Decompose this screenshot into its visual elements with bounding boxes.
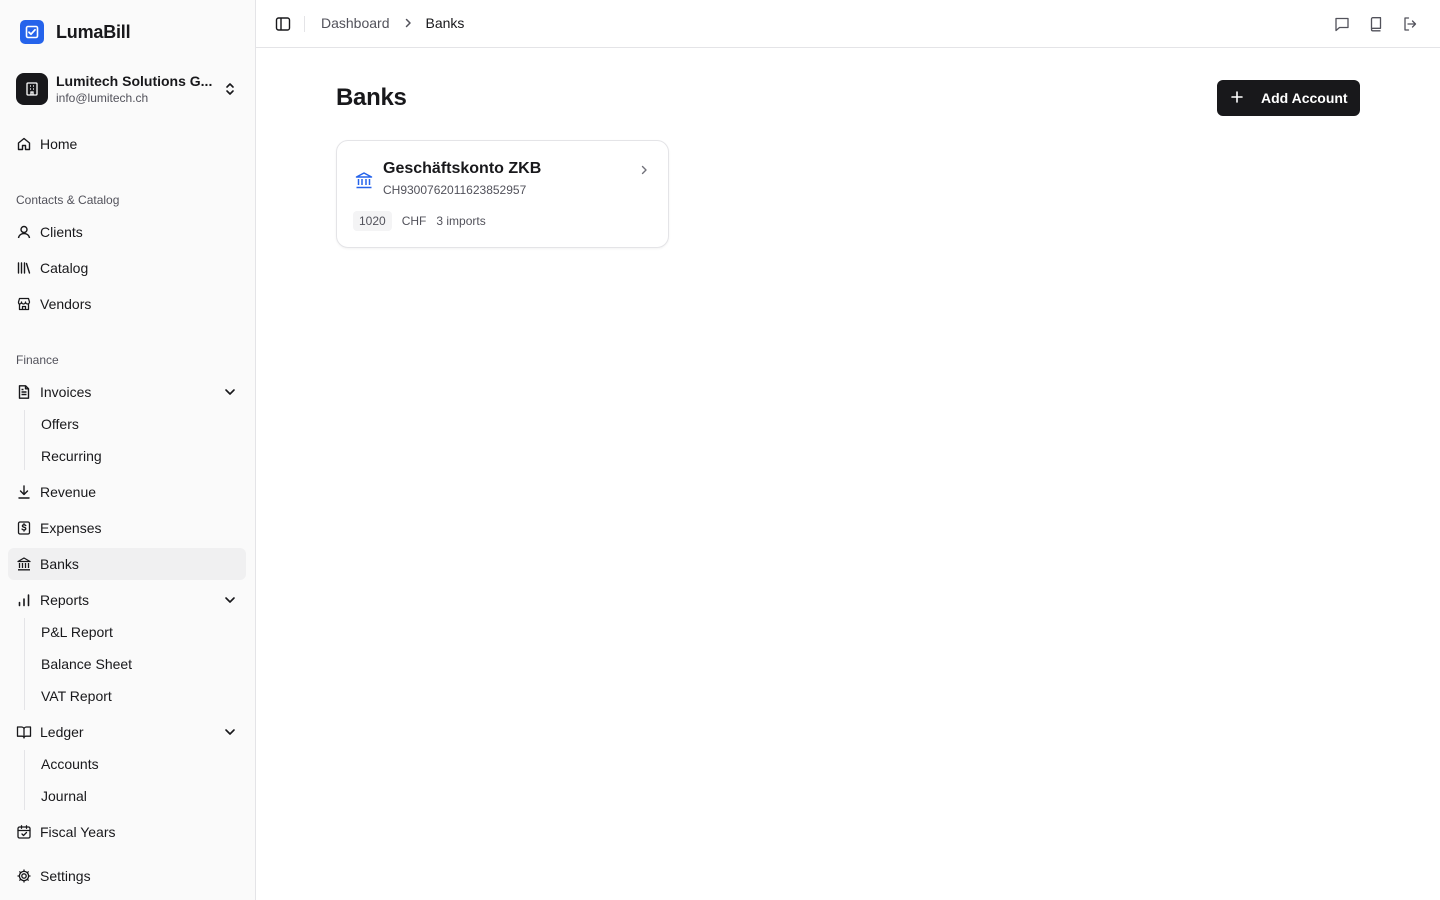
chevron-right-icon: [402, 16, 414, 30]
divider: [304, 16, 305, 32]
app-logo-icon: [20, 20, 44, 44]
sidebar-subitem-vat-report[interactable]: VAT Report: [33, 682, 233, 710]
sidebar-item-home[interactable]: Home: [8, 128, 246, 160]
page-title: Banks: [336, 84, 407, 111]
top-actions: [1334, 15, 1418, 33]
sidebar-item-label: Revenue: [40, 484, 97, 500]
section-label-finance: Finance: [16, 353, 59, 367]
building-icon: [16, 73, 48, 105]
sidebar-subitem-journal[interactable]: Journal: [33, 782, 233, 810]
sidebar-item-catalog[interactable]: Catalog: [8, 252, 246, 284]
submenu-line: [24, 618, 25, 710]
account-meta: 1020 CHF 3 imports: [353, 211, 486, 231]
sidebar-item-label: Home: [40, 136, 78, 152]
log-out-icon[interactable]: [1402, 15, 1418, 33]
bank-account-card[interactable]: Geschäftskonto ZKB CH9300762011623852957…: [336, 140, 669, 248]
gear-icon: [16, 868, 32, 884]
org-email: info@lumitech.ch: [56, 91, 149, 105]
bar-chart-icon: [16, 592, 32, 608]
sidebar-item-label: Invoices: [40, 384, 92, 400]
store-icon: [16, 296, 32, 312]
chevron-down-icon: [222, 384, 238, 403]
sidebar-item-invoices[interactable]: Invoices: [8, 376, 246, 408]
sidebar-item-settings[interactable]: Settings: [8, 860, 246, 892]
sidebar-item-label: Banks: [40, 556, 79, 572]
brand[interactable]: LumaBill: [20, 20, 131, 44]
sidebar-item-reports[interactable]: Reports: [8, 584, 246, 616]
main-content: Dashboard Banks Banks Add Account Geschä…: [256, 0, 1440, 900]
sidebar-item-revenue[interactable]: Revenue: [8, 476, 246, 508]
sidebar-item-label: Settings: [40, 868, 91, 884]
arrow-down-to-line-icon: [16, 484, 32, 500]
account-iban: CH9300762011623852957: [383, 183, 527, 197]
sidebar-item-label: Fiscal Years: [40, 824, 116, 840]
sidebar-item-ledger[interactable]: Ledger: [8, 716, 246, 748]
user-icon: [16, 224, 32, 240]
submenu-line: [24, 750, 25, 810]
sidebar-item-vendors[interactable]: Vendors: [8, 288, 246, 320]
sidebar-item-label: Catalog: [40, 260, 89, 276]
account-name: Geschäftskonto ZKB: [383, 160, 542, 177]
plus-icon: [1229, 89, 1245, 108]
sidebar-item-fiscal-years[interactable]: Fiscal Years: [8, 816, 246, 848]
sidebar-subitem-accounts[interactable]: Accounts: [33, 750, 233, 778]
account-number-badge: 1020: [353, 211, 392, 231]
section-label-contacts: Contacts & Catalog: [16, 193, 120, 207]
sidebar-item-label: Expenses: [40, 520, 102, 536]
chevron-down-icon: [222, 592, 238, 611]
sidebar-item-label: Clients: [40, 224, 83, 240]
sidebar-item-label: Reports: [40, 592, 90, 608]
org-name: Lumitech Solutions G...: [56, 73, 213, 89]
message-square-icon[interactable]: [1334, 15, 1350, 33]
sidebar-subitem-balance-sheet[interactable]: Balance Sheet: [33, 650, 233, 678]
sidebar-toggle-icon[interactable]: [274, 15, 292, 33]
org-switcher[interactable]: Lumitech Solutions G... info@lumitech.ch: [16, 70, 244, 108]
calendar-check-icon: [16, 824, 32, 840]
sidebar-subitem-offers[interactable]: Offers: [33, 410, 233, 438]
landmark-icon: [354, 170, 374, 193]
top-bar: Dashboard Banks: [256, 0, 1440, 48]
file-text-icon: [16, 384, 32, 400]
sidebar-subitem-recurring[interactable]: Recurring: [33, 442, 233, 470]
account-imports: 3 imports: [436, 214, 486, 228]
chevron-down-icon: [222, 724, 238, 743]
receipt-icon: [16, 520, 32, 536]
book-open-icon: [16, 724, 32, 740]
breadcrumb-dashboard[interactable]: Dashboard: [321, 15, 390, 31]
add-account-button[interactable]: Add Account: [1217, 80, 1360, 116]
library-icon: [16, 260, 32, 276]
add-account-label: Add Account: [1261, 90, 1348, 106]
sidebar-item-banks[interactable]: Banks: [8, 548, 246, 580]
home-icon: [16, 136, 32, 152]
chevron-right-icon: [638, 163, 650, 180]
sidebar-item-expenses[interactable]: Expenses: [8, 512, 246, 544]
sidebar-item-label: Vendors: [40, 296, 92, 312]
book-icon[interactable]: [1368, 15, 1384, 33]
app-name: LumaBill: [56, 21, 131, 42]
breadcrumb: Dashboard Banks: [321, 15, 464, 31]
sidebar: LumaBill Lumitech Solutions G... info@lu…: [0, 0, 256, 900]
sidebar-item-label: Ledger: [40, 724, 84, 740]
sidebar-item-clients[interactable]: Clients: [8, 216, 246, 248]
sidebar-subitem-pl-report[interactable]: P&L Report: [33, 618, 233, 646]
breadcrumb-banks: Banks: [425, 15, 465, 31]
landmark-icon: [16, 556, 32, 572]
chevrons-up-down-icon: [222, 80, 238, 101]
account-currency: CHF: [401, 214, 427, 228]
submenu-line: [24, 410, 25, 470]
